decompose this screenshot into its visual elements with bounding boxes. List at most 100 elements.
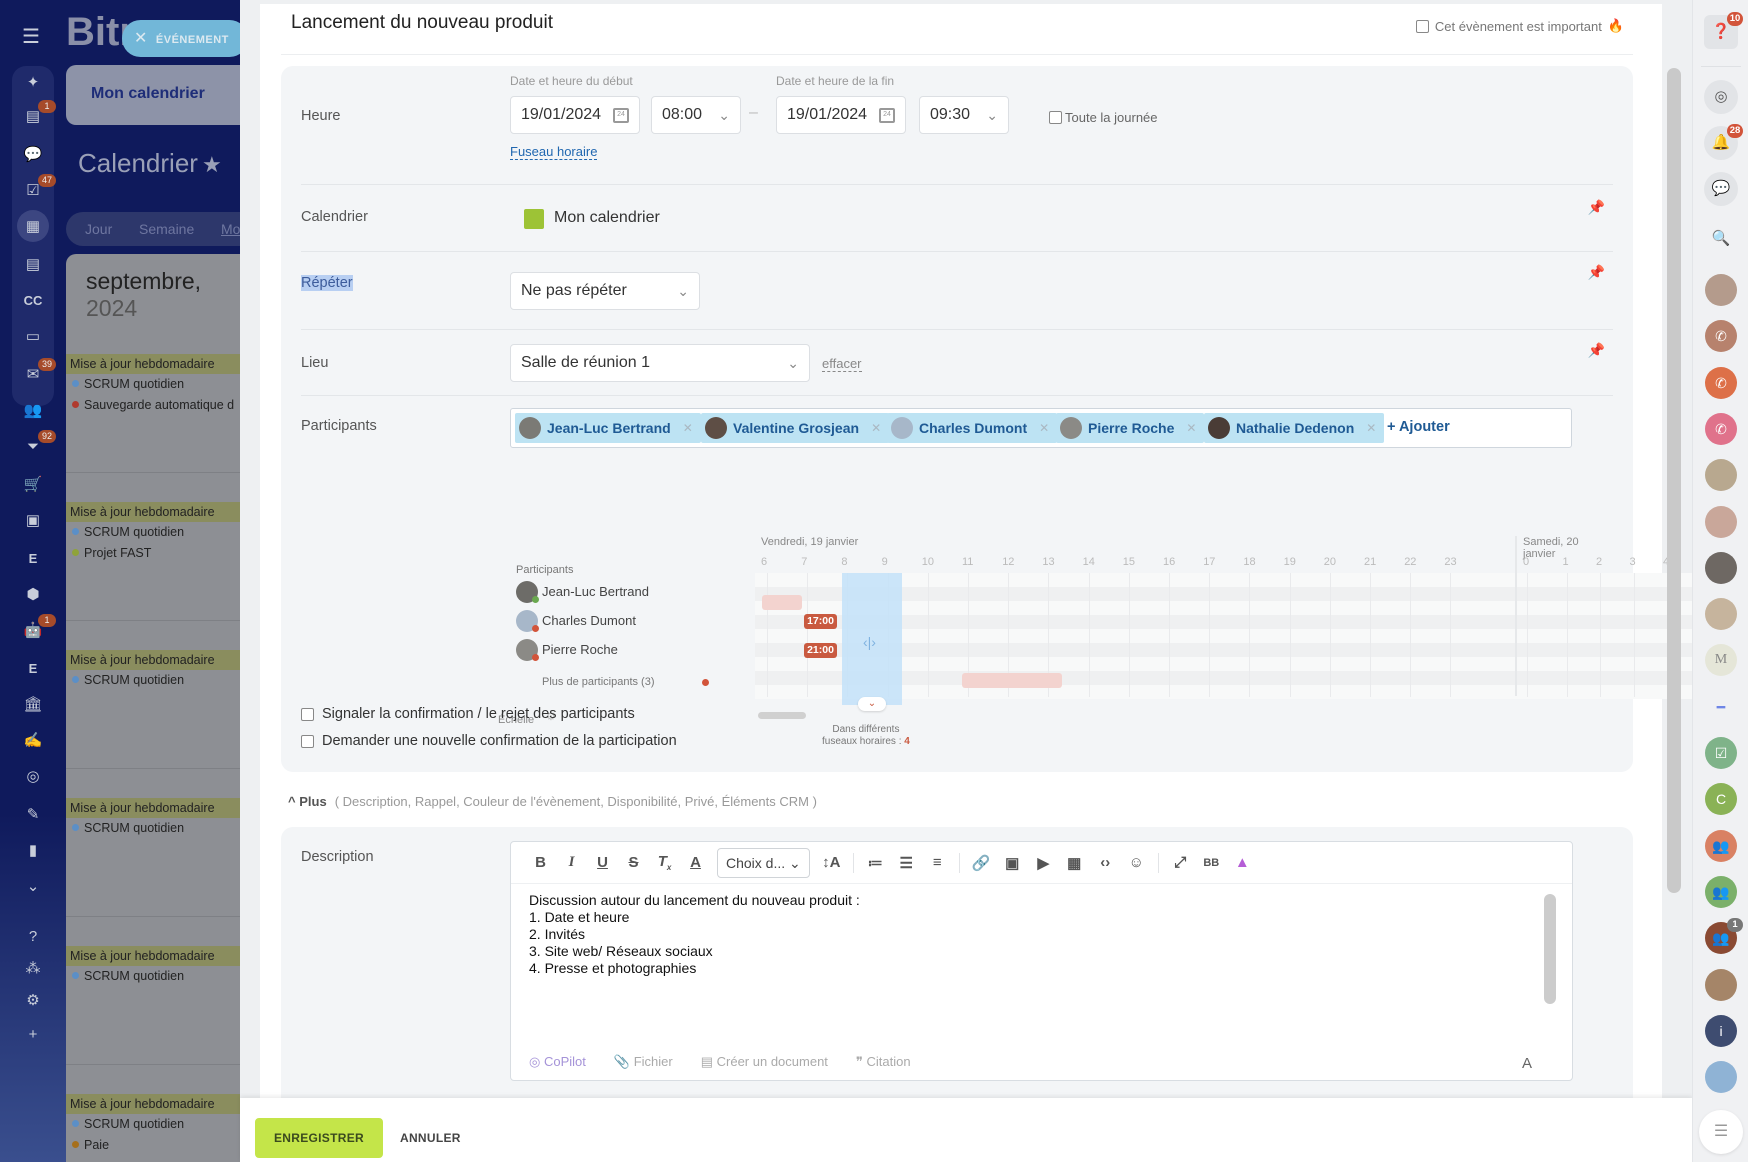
remove-icon[interactable]: ✕ (1366, 421, 1376, 435)
request-reconfirm-checkbox[interactable] (301, 734, 314, 748)
structure-icon[interactable]: ⁂ (20, 958, 46, 980)
start-date-input[interactable]: 19/01/2024 24 (510, 96, 640, 134)
cc-text[interactable]: CC (20, 290, 46, 312)
clear-format-icon[interactable]: Tx (649, 853, 680, 872)
remove-icon[interactable]: ✕ (683, 421, 693, 435)
calendar-event[interactable]: SCRUM quotidien (66, 966, 241, 987)
bank-icon[interactable]: 🏛 (20, 694, 46, 716)
emoji-icon[interactable]: ☺ (1121, 854, 1152, 871)
attach-file-button[interactable]: 📎 Fichier (614, 1054, 673, 1070)
chat-c[interactable]: C (1705, 783, 1737, 816)
start-time-select[interactable]: 08:00 ⌄ (651, 96, 741, 134)
remove-icon[interactable]: ✕ (871, 421, 881, 435)
settings-icon[interactable]: ⚙ (20, 990, 46, 1012)
end-date-input[interactable]: 19/01/2024 24 (776, 96, 906, 134)
description-text[interactable]: Discussion autour du lancement du nouvea… (529, 892, 860, 977)
save-button[interactable]: ENREGISTRER (255, 1118, 383, 1158)
panel-scrollbar[interactable] (1667, 68, 1681, 893)
all-day-option[interactable]: Toute la journée (1049, 110, 1158, 125)
underline-icon[interactable]: U (587, 854, 618, 871)
event-tag[interactable]: Mise à jour hebdomadaire (66, 354, 241, 374)
messenger-icon[interactable]: 💬 (1704, 172, 1738, 206)
clear-location-link[interactable]: effacer (822, 356, 862, 372)
tab-my-calendar[interactable]: Mon calendrier (66, 65, 241, 125)
participant-chip[interactable]: Valentine Grosjean ✕ (701, 413, 890, 443)
chat-icon[interactable]: 💬 (20, 144, 46, 166)
important-toggle[interactable]: Cet évènement est important 🔥 (1415, 18, 1624, 34)
calendar-event[interactable]: Projet FAST (66, 543, 241, 564)
call-contact-2[interactable]: ✆ (1705, 366, 1737, 399)
contact-list-icon[interactable]: ☰ (1699, 1110, 1743, 1154)
search-icon[interactable]: 🔍 (1704, 222, 1738, 256)
ai-image-icon[interactable]: ▲ (1227, 854, 1258, 871)
italic-icon[interactable]: I (556, 854, 587, 871)
pin-icon[interactable]: 📌 (1588, 199, 1605, 216)
notify-confirm-option[interactable]: Signaler la confirmation / le rejet des … (301, 706, 635, 722)
location-select[interactable]: Salle de réunion 1 ⌄ (510, 344, 810, 382)
participant-chip[interactable]: Jean-Luc Bertrand ✕ (515, 413, 701, 443)
calendar-event[interactable]: SCRUM quotidien (66, 670, 241, 691)
participants-selector[interactable]: Jean-Luc Bertrand ✕ Valentine Grosjean ✕ Cha… (510, 408, 1572, 448)
avatar-woman-2[interactable] (1705, 459, 1737, 492)
font-size-icon[interactable]: ↕A (816, 854, 847, 871)
link-icon[interactable]: 🔗 (966, 854, 997, 872)
bbcode-icon[interactable]: BB (1196, 857, 1227, 869)
format-toggle-button[interactable]: A (1522, 1055, 1532, 1072)
calendar-event[interactable]: SCRUM quotidien (66, 818, 241, 839)
calendar-picker-icon[interactable]: 24 (879, 108, 895, 123)
participant-chip[interactable]: Pierre Roche ✕ (1056, 413, 1205, 443)
signature-icon[interactable]: ✍ (20, 730, 46, 752)
fullscreen-icon[interactable]: ⤢ (1165, 854, 1196, 871)
end-time-select[interactable]: 09:30 ⌄ (919, 96, 1009, 134)
description-editor[interactable]: B I U S Tx A Choix d... ⌄ ↕A ≔ ☰ ≡ 🔗 ▣ ▶ (510, 841, 1573, 1081)
create-document-button[interactable]: ▤ Créer un document (701, 1054, 828, 1070)
expand-chevron-icon[interactable]: ⌄ (858, 697, 886, 711)
copilot-button[interactable]: ◎ CoPilot (529, 1054, 586, 1070)
call-contact-3[interactable]: ✆ (1705, 412, 1737, 445)
remove-icon[interactable]: ✕ (1039, 421, 1049, 435)
repeat-select[interactable]: Ne pas répéter ⌄ (510, 272, 700, 310)
table-icon[interactable]: ▦ (1059, 854, 1090, 872)
drive-icon[interactable]: ▭ (20, 326, 46, 348)
calendar-picker-icon[interactable]: 24 (613, 108, 629, 123)
calendar-value[interactable]: Mon calendrier (554, 209, 660, 227)
avatar-woman-4[interactable] (1705, 551, 1737, 584)
target-icon[interactable]: ◎ (20, 766, 46, 788)
bold-icon[interactable]: B (525, 854, 556, 871)
analytics-icon[interactable]: ▮ (20, 840, 46, 862)
remove-icon[interactable]: ✕ (1186, 421, 1196, 435)
pin-icon[interactable]: 📌 (1588, 342, 1605, 359)
tab-month[interactable]: Mo (221, 221, 240, 237)
groups-icon[interactable]: 👥 (20, 400, 46, 422)
avatar-woman-3[interactable] (1705, 505, 1737, 538)
video-icon[interactable]: ▶ (1028, 854, 1059, 872)
copilot-icon[interactable]: ◎ (1704, 80, 1738, 114)
docs-icon[interactable]: ▤ (20, 254, 46, 276)
ordered-list-icon[interactable]: ≔ (860, 854, 891, 872)
image-icon[interactable]: ▣ (997, 854, 1028, 872)
call-contact-1[interactable]: ✆ (1705, 320, 1737, 353)
doc-edit-icon[interactable]: ✎ (20, 804, 46, 826)
align-icon[interactable]: ≡ (922, 854, 953, 871)
group-chat-2[interactable]: 👥 (1705, 875, 1737, 908)
widget-icon[interactable]: ✦ (20, 72, 46, 94)
calendar-event[interactable]: SCRUM quotidien (66, 522, 241, 543)
event-tag[interactable]: Mise à jour hebdomadaire (66, 650, 241, 670)
avatar-tree[interactable] (1705, 1061, 1737, 1094)
avatar-logo-m[interactable]: M (1705, 644, 1737, 677)
participant-chip[interactable]: Nathalie Dedenon ✕ (1204, 413, 1385, 443)
avatar-blue-line[interactable]: ━ (1705, 690, 1737, 723)
avatar-woman-5[interactable] (1705, 598, 1737, 631)
group-chat-1[interactable]: 👥 (1705, 829, 1737, 862)
resize-handle-icon[interactable]: ‹|› (863, 634, 876, 650)
all-day-checkbox[interactable] (1049, 111, 1062, 124)
text-color-icon[interactable]: A (680, 854, 711, 871)
calendar-icon[interactable]: ▦ (20, 216, 46, 238)
add-participant-button[interactable]: + Ajouter (1387, 419, 1450, 435)
quote-button[interactable]: ❞ Citation (856, 1054, 911, 1070)
plus-icon[interactable]: + (20, 1024, 46, 1046)
task-chat[interactable]: ☑ (1705, 737, 1737, 769)
event-tag[interactable]: Mise à jour hebdomadaire (66, 502, 241, 522)
editor-scrollbar[interactable] (1544, 894, 1556, 1004)
more-fields-toggle[interactable]: ^ Plus ( Description, Rappel, Couleur de … (288, 794, 817, 809)
